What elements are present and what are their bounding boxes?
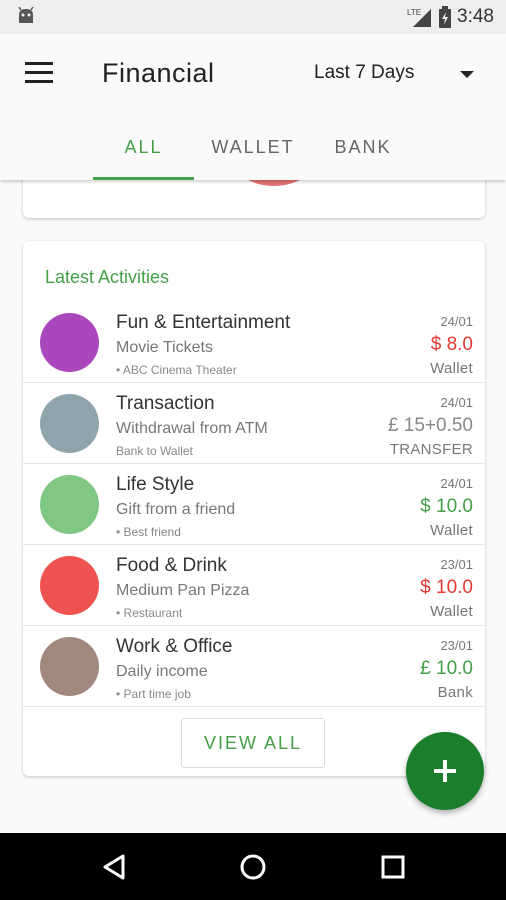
status-bar: LTE 3:48 — [0, 0, 506, 34]
tab-bar: ALL WALLET BANK — [0, 132, 506, 180]
activity-source: Wallet — [430, 603, 473, 620]
activity-amount: £ 15+0.50 — [387, 415, 473, 436]
tab-bank[interactable]: BANK — [320, 132, 406, 180]
tab-indicator — [93, 177, 194, 180]
view-all-button[interactable]: VIEW ALL — [181, 718, 325, 768]
back-icon[interactable] — [95, 847, 135, 887]
period-dropdown[interactable]: Last 7 Days — [314, 62, 484, 90]
recents-icon[interactable] — [373, 847, 413, 887]
activity-source: Bank — [437, 684, 473, 701]
activity-note: • Part time job — [116, 687, 191, 701]
activity-description: Medium Pan Pizza — [116, 582, 250, 599]
caret-down-icon — [460, 71, 474, 78]
android-icon — [18, 7, 34, 23]
category-avatar — [40, 394, 99, 453]
activity-date: 23/01 — [440, 638, 473, 653]
latest-activities-card: Latest Activities Fun & Entertainment Mo… — [23, 241, 485, 776]
activity-description: Movie Tickets — [116, 339, 213, 356]
activity-amount: $ 10.0 — [420, 496, 473, 517]
svg-text:LTE: LTE — [407, 8, 421, 17]
category-avatar — [40, 313, 99, 372]
activity-row[interactable]: Work & Office Daily income • Part time j… — [23, 626, 485, 707]
lte-signal-icon: LTE — [407, 8, 432, 27]
tab-label: ALL — [124, 137, 163, 157]
home-icon[interactable] — [233, 847, 273, 887]
activity-source: TRANSFER — [389, 441, 473, 458]
activity-category: Transaction — [116, 393, 215, 414]
activity-note: Bank to Wallet — [116, 444, 193, 458]
activity-category: Food & Drink — [116, 555, 227, 576]
activity-note: • Best friend — [116, 525, 181, 539]
category-avatar — [40, 637, 99, 696]
add-button[interactable] — [406, 732, 484, 810]
activity-row[interactable]: Fun & Entertainment Movie Tickets • ABC … — [23, 302, 485, 383]
activity-amount: $ 10.0 — [420, 577, 473, 598]
app-bar: Financial Last 7 Days ALL WALLET BANK — [0, 34, 506, 180]
activity-note: • Restaurant — [116, 606, 183, 620]
status-time: 3:48 — [457, 6, 494, 27]
activity-category: Fun & Entertainment — [116, 312, 291, 333]
activity-note: • ABC Cinema Theater — [116, 363, 237, 377]
activity-date: 23/01 — [440, 557, 473, 572]
activity-row[interactable]: Life Style Gift from a friend • Best fri… — [23, 464, 485, 545]
page-title: Financial — [102, 58, 215, 88]
activity-date: 24/01 — [440, 476, 473, 491]
activity-date: 24/01 — [440, 314, 473, 329]
hamburger-menu-icon[interactable] — [25, 62, 55, 86]
category-avatar — [40, 556, 99, 615]
tab-wallet[interactable]: WALLET — [200, 132, 306, 180]
activity-description: Daily income — [116, 663, 208, 680]
activity-source: Wallet — [430, 360, 473, 377]
battery-charging-icon — [439, 6, 452, 28]
activity-row[interactable]: Transaction Withdrawal from ATM Bank to … — [23, 383, 485, 464]
tab-all[interactable]: ALL — [93, 132, 194, 180]
tab-label: BANK — [334, 137, 392, 157]
section-title: Latest Activities — [45, 267, 170, 287]
period-label: Last 7 Days — [314, 62, 415, 83]
activity-amount: $ 8.0 — [430, 334, 473, 355]
navigation-bar — [0, 833, 506, 900]
activity-amount: £ 10.0 — [420, 658, 473, 679]
activity-row[interactable]: Food & Drink Medium Pan Pizza • Restaura… — [23, 545, 485, 626]
activity-description: Gift from a friend — [116, 501, 236, 518]
category-avatar — [40, 475, 99, 534]
activity-description: Withdrawal from ATM — [116, 420, 268, 437]
plus-icon — [434, 760, 456, 782]
activity-category: Life Style — [116, 474, 195, 495]
activity-date: 24/01 — [440, 395, 473, 410]
tab-label: WALLET — [211, 137, 295, 157]
activity-category: Work & Office — [116, 636, 233, 657]
activity-source: Wallet — [430, 522, 473, 539]
